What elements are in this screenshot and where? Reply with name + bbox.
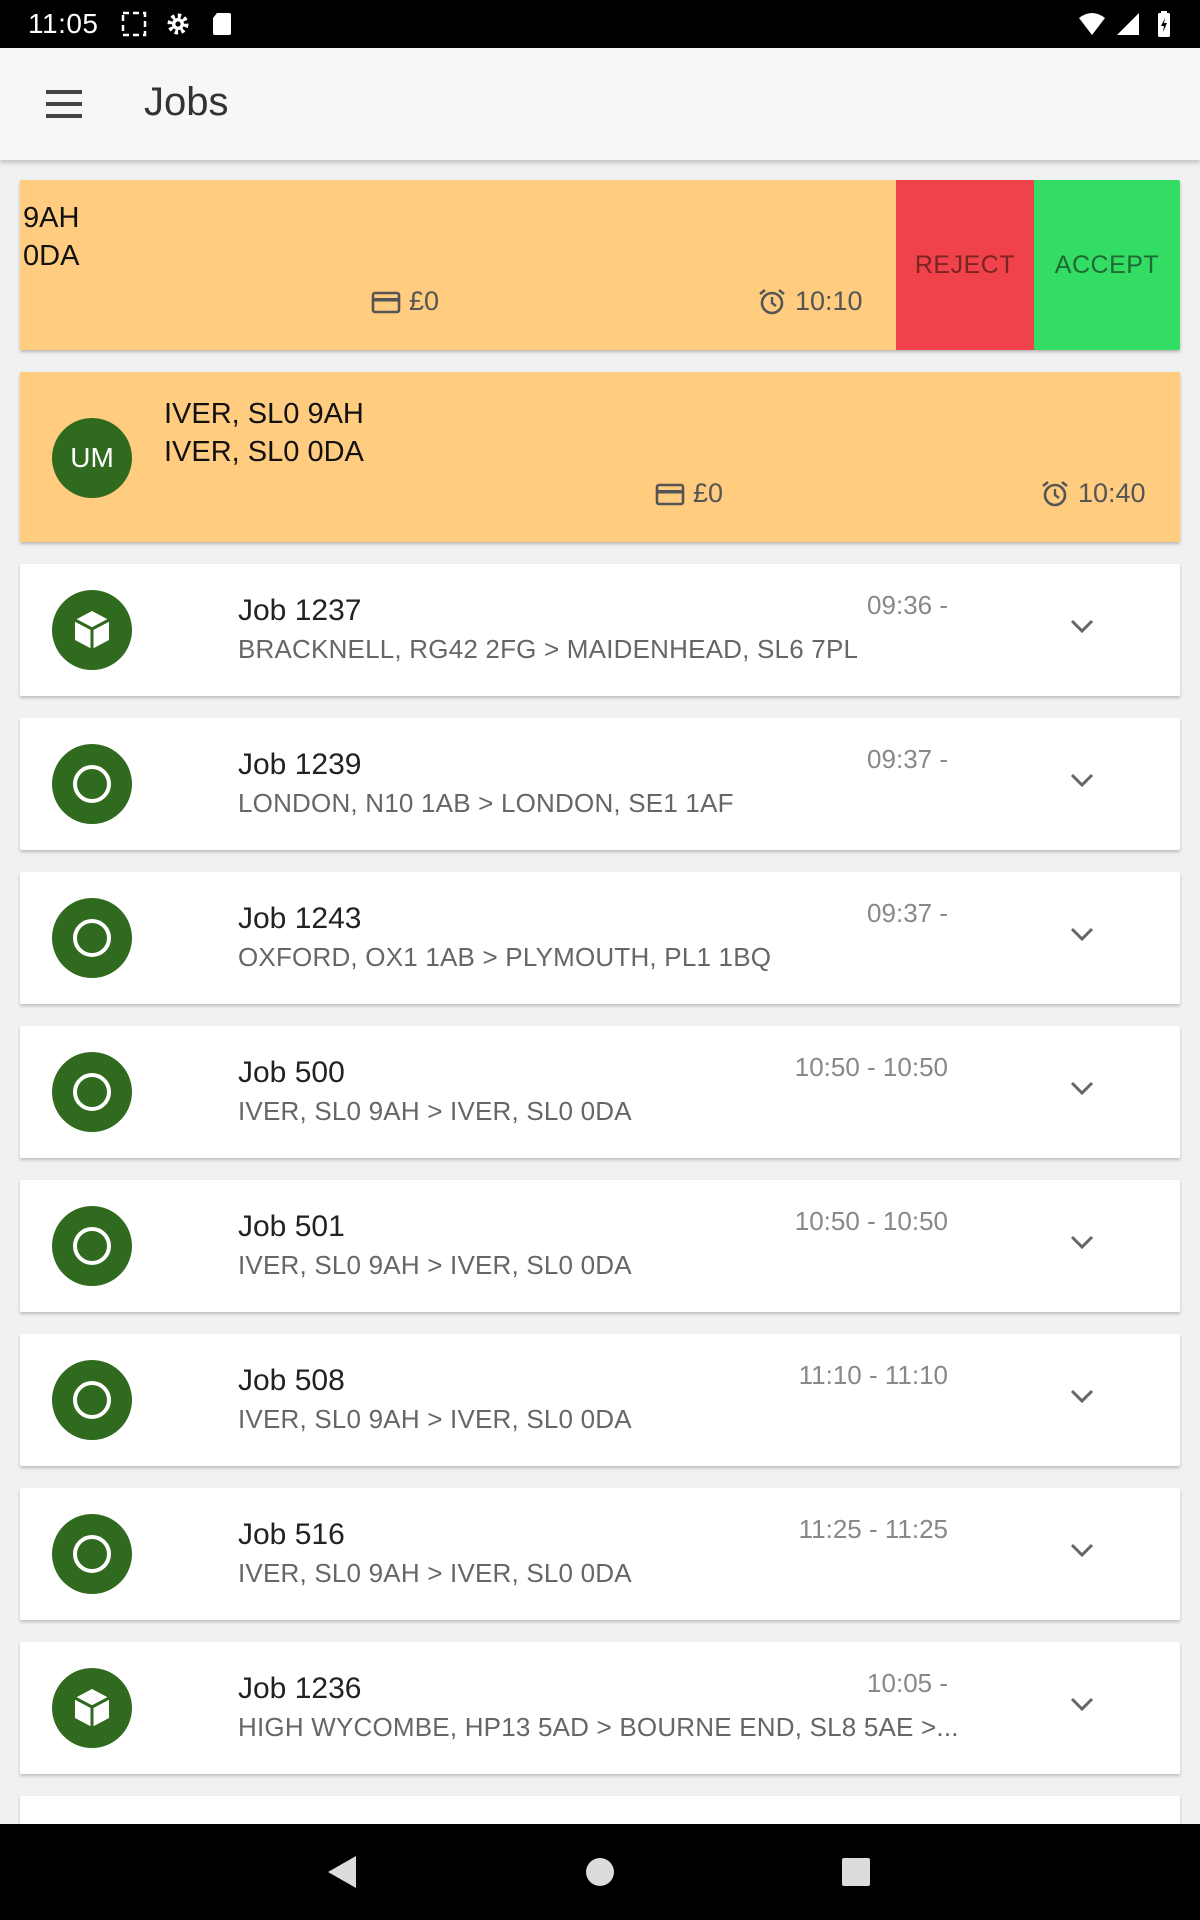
offer-pickup: IVER, SL0 9AH <box>164 398 364 430</box>
job-title: Job 501 <box>238 1210 345 1243</box>
job-route: BRACKNELL, RG42 2FG > MAIDENHEAD, SL6 7P… <box>238 634 859 664</box>
screenshot-icon <box>121 11 147 37</box>
job-title: Job 1236 <box>238 1672 362 1705</box>
sd-card-icon <box>213 13 231 35</box>
chevron-down-icon[interactable] <box>1068 616 1096 636</box>
job-title: Job 1239 <box>238 748 362 781</box>
alarm-icon <box>1042 480 1068 506</box>
wifi-icon <box>1079 13 1105 35</box>
back-icon[interactable] <box>322 1852 362 1892</box>
job-item[interactable]: Job 1243 OXFORD, OX1 1AB > PLYMOUTH, PL1… <box>20 872 1180 1004</box>
recents-icon[interactable] <box>836 1852 876 1892</box>
job-time: 10:05 - <box>867 1668 948 1698</box>
job-time: 11:10 - 11:10 <box>798 1360 948 1390</box>
offer-price: £0 <box>371 286 439 317</box>
status-bar: 11:05 <box>0 0 1200 48</box>
chevron-down-icon[interactable] <box>1068 1232 1096 1252</box>
circle-icon <box>52 1514 132 1594</box>
job-time: 09:36 - <box>867 590 948 620</box>
job-item[interactable]: Job 508 IVER, SL0 9AH > IVER, SL0 0DA 11… <box>20 1334 1180 1466</box>
job-route: IVER, SL0 9AH > IVER, SL0 0DA <box>238 1096 632 1126</box>
navigation-bar <box>0 1824 1200 1920</box>
circle-icon <box>52 1360 132 1440</box>
alarm-icon <box>759 288 785 314</box>
job-title: Job 1237 <box>238 594 362 627</box>
job-time: 09:37 - <box>867 898 948 928</box>
offer-time: 10:10 <box>757 286 863 317</box>
avatar: UM <box>52 418 132 498</box>
card-icon <box>371 291 401 313</box>
job-time: 10:50 - 10:50 <box>794 1206 948 1236</box>
offer-price: £0 <box>655 478 723 509</box>
chevron-down-icon[interactable] <box>1068 924 1096 944</box>
job-route: HIGH WYCOMBE, HP13 5AD > BOURNE END, SL8… <box>238 1712 959 1742</box>
package-icon <box>52 1668 132 1748</box>
job-list[interactable]: 9AH 0DA £0 10:10 REJECT ACCEPT UM IVER, … <box>0 160 1200 1824</box>
job-time: 11:25 - 11:25 <box>798 1514 948 1544</box>
chevron-down-icon[interactable] <box>1068 1540 1096 1560</box>
status-time: 11:05 <box>28 8 99 39</box>
job-item[interactable]: Job 516 IVER, SL0 9AH > IVER, SL0 0DA 11… <box>20 1488 1180 1620</box>
circle-icon <box>52 1052 132 1132</box>
offer-time: 10:40 <box>1040 478 1146 509</box>
card-icon <box>655 483 685 505</box>
offer-time-value: 10:40 <box>1078 478 1146 508</box>
job-offer-card[interactable]: UM IVER, SL0 9AH IVER, SL0 0DA £0 10:40 <box>20 372 1180 542</box>
chevron-down-icon[interactable] <box>1068 1386 1096 1406</box>
signal-icon <box>1117 13 1139 35</box>
offer-time-value: 10:10 <box>795 286 863 316</box>
job-item[interactable]: Job 1236 HIGH WYCOMBE, HP13 5AD > BOURNE… <box>20 1642 1180 1774</box>
circle-icon <box>52 898 132 978</box>
page-title: Jobs <box>144 80 229 124</box>
offer-dropoff: IVER, SL0 0DA <box>164 436 364 468</box>
job-time: 10:50 - 10:50 <box>794 1052 948 1082</box>
offer-pickup: 9AH <box>23 202 80 234</box>
chevron-down-icon[interactable] <box>1068 1078 1096 1098</box>
job-item[interactable]: Job 1237 BRACKNELL, RG42 2FG > MAIDENHEA… <box>20 564 1180 696</box>
job-route: IVER, SL0 9AH > IVER, SL0 0DA <box>238 1250 632 1280</box>
offer-price-value: £0 <box>693 478 724 508</box>
menu-icon[interactable] <box>44 88 84 120</box>
chevron-down-icon[interactable] <box>1068 770 1096 790</box>
accept-button[interactable]: ACCEPT <box>1034 180 1180 350</box>
battery-icon <box>1158 11 1170 37</box>
circle-icon <box>52 744 132 824</box>
job-offer-card[interactable]: 9AH 0DA £0 10:10 REJECT ACCEPT <box>20 180 1180 350</box>
job-title: Job 500 <box>238 1056 345 1089</box>
job-item-partial[interactable] <box>20 1796 1180 1824</box>
offer-price-value: £0 <box>409 286 440 316</box>
job-title: Job 516 <box>238 1518 345 1551</box>
job-time: 09:37 - <box>867 744 948 774</box>
job-route: LONDON, N10 1AB > LONDON, SE1 1AF <box>238 788 734 818</box>
job-title: Job 508 <box>238 1364 345 1397</box>
offer-dropoff: 0DA <box>23 240 80 272</box>
job-title: Job 1243 <box>238 902 362 935</box>
home-icon[interactable] <box>580 1852 620 1892</box>
chevron-down-icon[interactable] <box>1068 1694 1096 1714</box>
job-item[interactable]: Job 501 IVER, SL0 9AH > IVER, SL0 0DA 10… <box>20 1180 1180 1312</box>
job-route: IVER, SL0 9AH > IVER, SL0 0DA <box>238 1404 632 1434</box>
reject-button[interactable]: REJECT <box>896 180 1034 350</box>
job-route: IVER, SL0 9AH > IVER, SL0 0DA <box>238 1558 632 1588</box>
package-icon <box>52 590 132 670</box>
app-bar: Jobs <box>0 48 1200 160</box>
circle-icon <box>52 1206 132 1286</box>
job-item[interactable]: Job 1239 LONDON, N10 1AB > LONDON, SE1 1… <box>20 718 1180 850</box>
job-route: OXFORD, OX1 1AB > PLYMOUTH, PL1 1BQ <box>238 942 772 972</box>
settings-icon <box>167 13 189 35</box>
job-item[interactable]: Job 500 IVER, SL0 9AH > IVER, SL0 0DA 10… <box>20 1026 1180 1158</box>
